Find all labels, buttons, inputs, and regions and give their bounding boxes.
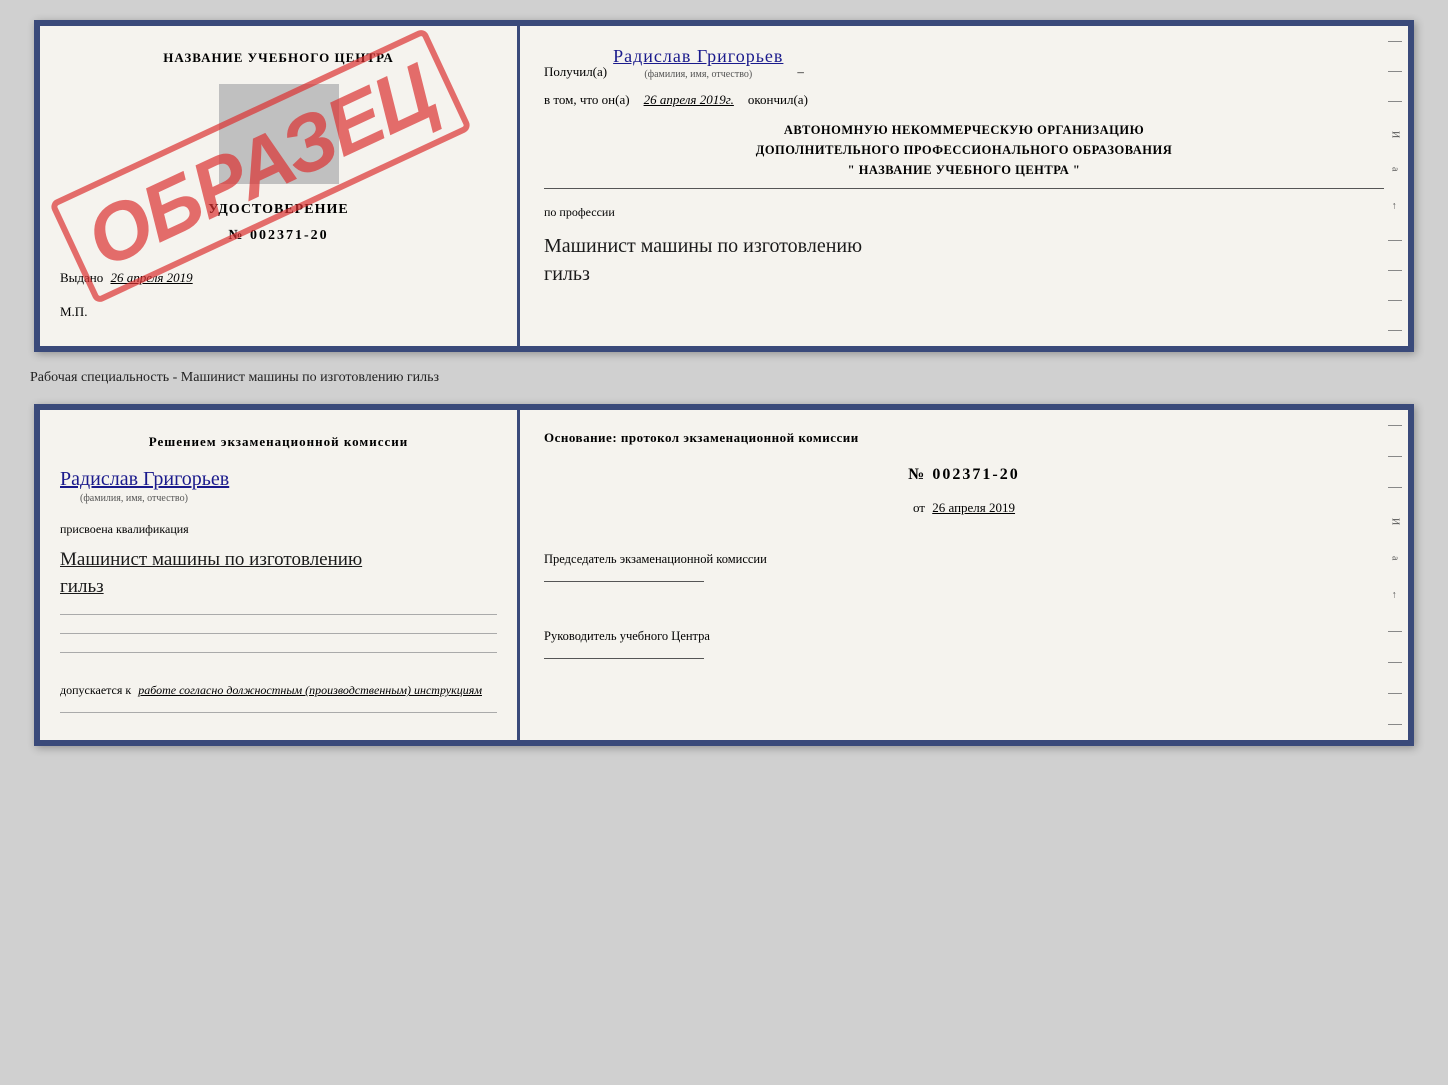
side-dash-1 [1388,41,1402,42]
po-professii-label: по профессии [544,205,1384,220]
prisvoena-label: присвоена квалификация [60,522,497,537]
bottom-doc-right: Основание: протокол экзаменационной коми… [520,410,1408,740]
side-dash-7 [1388,330,1402,331]
bottom-name-block: Радислав Григорьев (фамилия, имя, отчест… [60,468,497,504]
ot-date-value: 26 апреля 2019 [932,500,1015,515]
resheniyem-title: Решением экзаменационной комиссии [60,434,497,450]
vydano-row: Выдано 26 апреля 2019 [60,270,497,286]
vtom-row: в том, что он(а) 26 апреля 2019г. окончи… [544,92,1384,108]
side-decorations: И а ← [1386,26,1404,346]
b-side-dash-5 [1388,662,1402,663]
b-side-dash-7 [1388,724,1402,725]
udostoverenie-label: УДОСТОВЕРЕНИЕ [60,202,497,218]
top-left-title: НАЗВАНИЕ УЧЕБНОГО ЦЕНТРА [60,50,497,66]
side-dash-6 [1388,300,1402,301]
dopuskaetsya-block: допускается к работе согласно должностны… [60,683,497,698]
vydano-label: Выдано [60,270,103,285]
mp-label: М.П. [60,304,497,320]
dopuskaetsya-label: допускается к [60,683,131,697]
caption-row: Рабочая специальность - Машинист машины … [20,370,439,386]
document-number: № 002371-20 [60,228,497,244]
side-dash-2 [1388,71,1402,72]
ot-date: от 26 апреля 2019 [544,500,1384,516]
fio-hint-top: (фамилия, имя, отчество) [644,69,752,80]
protocol-number: № 002371-20 [544,466,1384,484]
top-document: НАЗВАНИЕ УЧЕБНОГО ЦЕНТРА УДОСТОВЕРЕНИЕ №… [34,20,1414,352]
bottom-document: Решением экзаменационной комиссии Радисл… [34,404,1414,746]
dash1: – [797,64,804,80]
vtom-label: в том, что он(а) [544,92,630,108]
dop-line-filler [60,712,497,713]
b-side-dash-3 [1388,487,1402,488]
side-letter-a: а [1390,167,1401,171]
org-line2: ДОПОЛНИТЕЛЬНОГО ПРОФЕССИОНАЛЬНОГО ОБРАЗО… [544,140,1384,160]
dopuskaetsya-text: работе согласно должностным (производств… [138,683,482,697]
bottom-person-name: Радислав Григорьев [60,468,229,491]
b-side-dash-2 [1388,456,1402,457]
b-side-letter-a: а [1390,556,1401,560]
side-letter-arrow: ← [1390,201,1401,211]
bottom-fio-hint: (фамилия, имя, отчество) [80,493,188,504]
okonchil-label: окончил(а) [748,92,808,108]
ot-label: от [913,500,925,515]
qual-line-filler-3 [60,652,497,653]
b-side-letter-arrow: ← [1390,590,1401,600]
b-side-dash-6 [1388,693,1402,694]
side-letter-i: И [1390,131,1401,138]
bottom-doc-left: Решением экзаменационной комиссии Радисл… [40,410,520,740]
b-side-letter-i: И [1390,518,1401,525]
top-doc-left: НАЗВАНИЕ УЧЕБНОГО ЦЕНТРА УДОСТОВЕРЕНИЕ №… [40,26,520,346]
rukovoditel-label: Руководитель учебного Центра [544,625,1384,648]
vydano-date: 26 апреля 2019 [111,270,193,285]
predsedatel-signature-line [544,581,704,582]
side-dash-3 [1388,101,1402,102]
org-block: АВТОНОМНУЮ НЕКОММЕРЧЕСКУЮ ОРГАНИЗАЦИЮ ДО… [544,120,1384,189]
poluchil-row: Получил(а) Радислав Григорьев (фамилия, … [544,46,1384,80]
org-name: " НАЗВАНИЕ УЧЕБНОГО ЦЕНТРА " [544,160,1384,180]
top-doc-right: Получил(а) Радислав Григорьев (фамилия, … [520,26,1408,346]
b-side-dash-4 [1388,631,1402,632]
predsedatel-block: Председатель экзаменационной комиссии [544,548,1384,593]
completion-date: 26 апреля 2019г. [644,92,734,108]
qual-line-filler-2 [60,633,497,634]
recipient-name: Радислав Григорьев [613,46,783,67]
qual-line-filler-1 [60,614,497,615]
side-dash-5 [1388,270,1402,271]
rukovoditel-block: Руководитель учебного Центра [544,625,1384,670]
photo-placeholder [219,84,339,184]
rukovoditel-signature-line [544,658,704,659]
predsedatel-label: Председатель экзаменационной комиссии [544,548,1384,571]
b-side-dash-1 [1388,425,1402,426]
poluchil-label: Получил(а) [544,64,607,80]
bottom-side-decorations: И а ← [1386,410,1404,740]
side-dash-4 [1388,240,1402,241]
qualification-name: Машинист машины по изготовлению гильз [60,547,497,600]
org-line1: АВТОНОМНУЮ НЕКОММЕРЧЕСКУЮ ОРГАНИЗАЦИЮ [544,120,1384,140]
profession-name: Машинист машины по изготовлению гильз [544,232,1384,288]
osnovanie-title: Основание: протокол экзаменационной коми… [544,430,1384,446]
